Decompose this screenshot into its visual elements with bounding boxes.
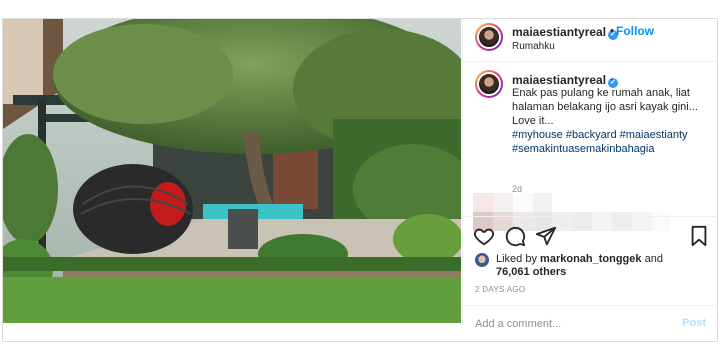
comment-box: Post [463,305,718,343]
backyard-photo-illustration [3,19,461,323]
hashtag-link[interactable]: #maiaestianty [620,129,688,141]
caption-text: Enak pas pulang ke rumah anak, liat hala… [512,86,712,156]
caption-author-avatar[interactable] [475,70,503,98]
separator-dot: • [610,25,614,37]
post-header: maiaestiantyreal ✓ • Follow Rumahku [463,19,718,62]
paper-plane-icon[interactable] [535,225,557,247]
caption-body: Enak pas pulang ke rumah anak, liat hala… [512,87,698,127]
hashtag-link[interactable]: #semakintuasemakinbahagia [512,143,654,155]
comment-bubble-icon[interactable] [504,225,526,247]
location-link[interactable]: Rumahku [512,41,555,52]
author-avatar[interactable] [475,23,503,51]
likes-count-link[interactable]: 76,061 others [496,266,566,278]
liked-by-prefix: Liked by [496,253,537,265]
post-timestamp[interactable]: 2 DAYS AGO [475,285,525,294]
post-comment-button[interactable]: Post [682,317,706,329]
caption-dot: . [610,69,614,83]
hashtag-link[interactable]: #backyard [566,129,617,141]
bookmark-icon[interactable] [688,225,710,247]
heart-icon[interactable] [473,225,495,247]
follow-button[interactable]: Follow [616,24,654,38]
hashtag-link[interactable]: #myhouse [512,129,563,141]
liker-avatar[interactable] [475,253,489,267]
post-photo[interactable] [3,19,461,323]
liked-by-line: Liked by markonah_tonggek and [496,253,663,265]
liked-by-and: and [644,253,663,265]
comment-input[interactable] [475,314,665,334]
author-username-link[interactable]: maiaestiantyreal ✓ [512,25,619,40]
post-side-panel: maiaestiantyreal ✓ • Follow Rumahku maiae… [462,19,718,334]
likes-summary: Liked by markonah_tonggek and 76,061 oth… [475,253,715,285]
liker-username-link[interactable]: markonah_tonggek [540,253,641,265]
post-actions [463,216,718,254]
